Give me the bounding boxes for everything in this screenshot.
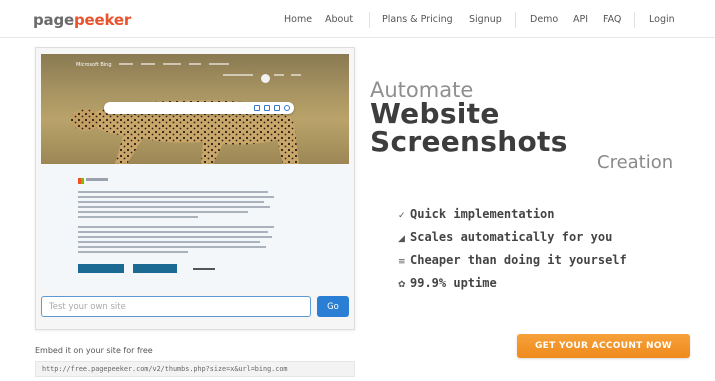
go-button[interactable]: Go <box>317 296 349 317</box>
embed-label: Embed it on your site for free <box>35 346 153 355</box>
preview-text-line <box>86 178 108 181</box>
preview-text-line <box>78 236 272 238</box>
preview-text-line <box>78 196 274 198</box>
preview-nav-line <box>141 63 155 65</box>
feature-item: ✿ 99.9% uptime <box>398 276 497 290</box>
preview-mic-icon <box>254 105 260 111</box>
nav-demo[interactable]: Demo <box>530 14 558 25</box>
preview-text-line <box>78 251 188 253</box>
preview-text-line <box>78 206 270 208</box>
preview-nav-line <box>119 63 133 65</box>
nav-login[interactable]: Login <box>649 14 675 25</box>
preview-image-icon <box>274 105 280 111</box>
chart-icon: ◢ <box>398 234 405 244</box>
feature-item: ✓ Quick implementation <box>398 207 555 221</box>
preview-text-line <box>78 211 248 213</box>
preview-text-line <box>78 191 268 193</box>
nav-divider <box>369 12 370 28</box>
preview-nav-line <box>223 74 253 76</box>
nav-plans-pricing[interactable]: Plans & Pricing <box>382 14 453 25</box>
list-icon: ≡ <box>398 257 406 267</box>
gear-icon: ✿ <box>398 280 406 290</box>
nav-about[interactable]: About <box>325 14 353 25</box>
preview-text-line <box>78 246 266 248</box>
preview-nav-line <box>189 63 201 65</box>
get-account-button[interactable]: GET YOUR ACCOUNT NOW <box>517 334 690 358</box>
test-site-url-input[interactable] <box>41 296 311 317</box>
preview-manage-link <box>187 264 227 273</box>
preview-text-line <box>78 241 260 243</box>
microsoft-logo-icon <box>78 178 84 184</box>
nav-api[interactable]: API <box>573 14 588 25</box>
preview-nav-line <box>209 63 229 65</box>
nav-home[interactable]: Home <box>284 14 312 25</box>
site-header: pagepeeker Home About Plans & Pricing Si… <box>0 0 715 38</box>
headline-screenshots: Screenshots <box>370 125 568 158</box>
preview-search-icon <box>284 105 290 111</box>
pencil-icon: ✓ <box>398 211 406 221</box>
preview-nav-line <box>163 63 181 65</box>
nav-signup[interactable]: Signup <box>469 14 502 25</box>
preview-hero-image: Microsoft Bing <box>41 54 349 164</box>
preview-search-box <box>104 102 294 114</box>
feature-text: Scales automatically for you <box>410 230 613 244</box>
website-screenshot-preview: Microsoft Bing <box>41 54 349 290</box>
feature-item: ≡ Cheaper than doing it yourself <box>398 253 627 267</box>
preview-text-line <box>78 226 274 228</box>
cheetah-image <box>71 100 299 164</box>
preview-site-brand: Microsoft Bing <box>76 62 112 68</box>
nav-divider <box>515 12 516 28</box>
preview-text-line <box>78 201 264 203</box>
preview-nav-line <box>291 74 301 76</box>
feature-text: Cheaper than doing it yourself <box>410 253 627 267</box>
test-url-row: Go <box>41 296 349 318</box>
main-nav: Home About Plans & Pricing Signup Demo A… <box>0 12 715 28</box>
nav-faq[interactable]: FAQ <box>603 14 621 25</box>
preview-card: Microsoft Bing Test your own site Go <box>35 47 355 330</box>
preview-reject-button <box>133 264 177 273</box>
feature-item: ◢ Scales automatically for you <box>398 230 612 244</box>
nav-divider <box>634 12 635 28</box>
preview-camera-icon <box>264 105 270 111</box>
preview-nav-line <box>274 74 284 76</box>
feature-text: Quick implementation <box>410 207 555 221</box>
feature-text: 99.9% uptime <box>410 276 497 290</box>
embed-code-field[interactable]: http://free.pagepeeker.com/v2/thumbs.php… <box>35 361 355 377</box>
preview-text-line <box>78 231 268 233</box>
preview-consent-dialog <box>41 164 349 290</box>
headline-creation: Creation <box>597 152 674 173</box>
preview-text-line <box>78 216 198 218</box>
preview-accept-button <box>78 264 124 273</box>
